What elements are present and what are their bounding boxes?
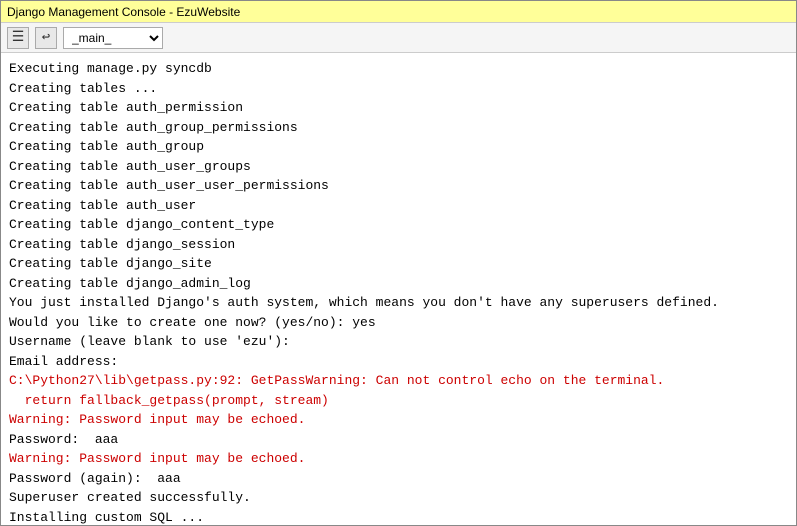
console-line: Creating tables ... (9, 79, 788, 99)
console-line: Creating table django_site (9, 254, 788, 274)
console-line: Creating table auth_user_groups (9, 157, 788, 177)
console-line: Creating table django_session (9, 235, 788, 255)
console-line: Executing manage.py syncdb (9, 59, 788, 79)
toolbar: ☰ ↩ _main_ (1, 23, 796, 53)
console-line: Installing custom SQL ... (9, 508, 788, 526)
console-line: Email address: (9, 352, 788, 372)
console-output: Executing manage.py syncdbCreating table… (1, 53, 796, 525)
console-line: Would you like to create one now? (yes/n… (9, 313, 788, 333)
console-line: Creating table auth_group_permissions (9, 118, 788, 138)
console-line: Password (again): aaa (9, 469, 788, 489)
console-line: Creating table auth_user (9, 196, 788, 216)
console-line: Password: aaa (9, 430, 788, 450)
console-line: C:\Python27\lib\getpass.py:92: GetPassWa… (9, 371, 788, 391)
console-line: Creating table auth_user_user_permission… (9, 176, 788, 196)
title-bar: Django Management Console - EzuWebsite (1, 1, 796, 23)
console-line: You just installed Django's auth system,… (9, 293, 788, 313)
console-line: Warning: Password input may be echoed. (9, 449, 788, 469)
menu-icon[interactable]: ☰ (7, 27, 29, 49)
console-line: Creating table django_content_type (9, 215, 788, 235)
console-line: return fallback_getpass(prompt, stream) (9, 391, 788, 411)
console-line: Creating table auth_permission (9, 98, 788, 118)
title-text: Django Management Console - EzuWebsite (7, 5, 240, 19)
console-line: Creating table django_admin_log (9, 274, 788, 294)
console-line: Username (leave blank to use 'ezu'): (9, 332, 788, 352)
console-line: Superuser created successfully. (9, 488, 788, 508)
console-line: Warning: Password input may be echoed. (9, 410, 788, 430)
module-dropdown[interactable]: _main_ (63, 27, 163, 49)
undo-icon[interactable]: ↩ (35, 27, 57, 49)
main-window: Django Management Console - EzuWebsite ☰… (0, 0, 797, 526)
console-line: Creating table auth_group (9, 137, 788, 157)
